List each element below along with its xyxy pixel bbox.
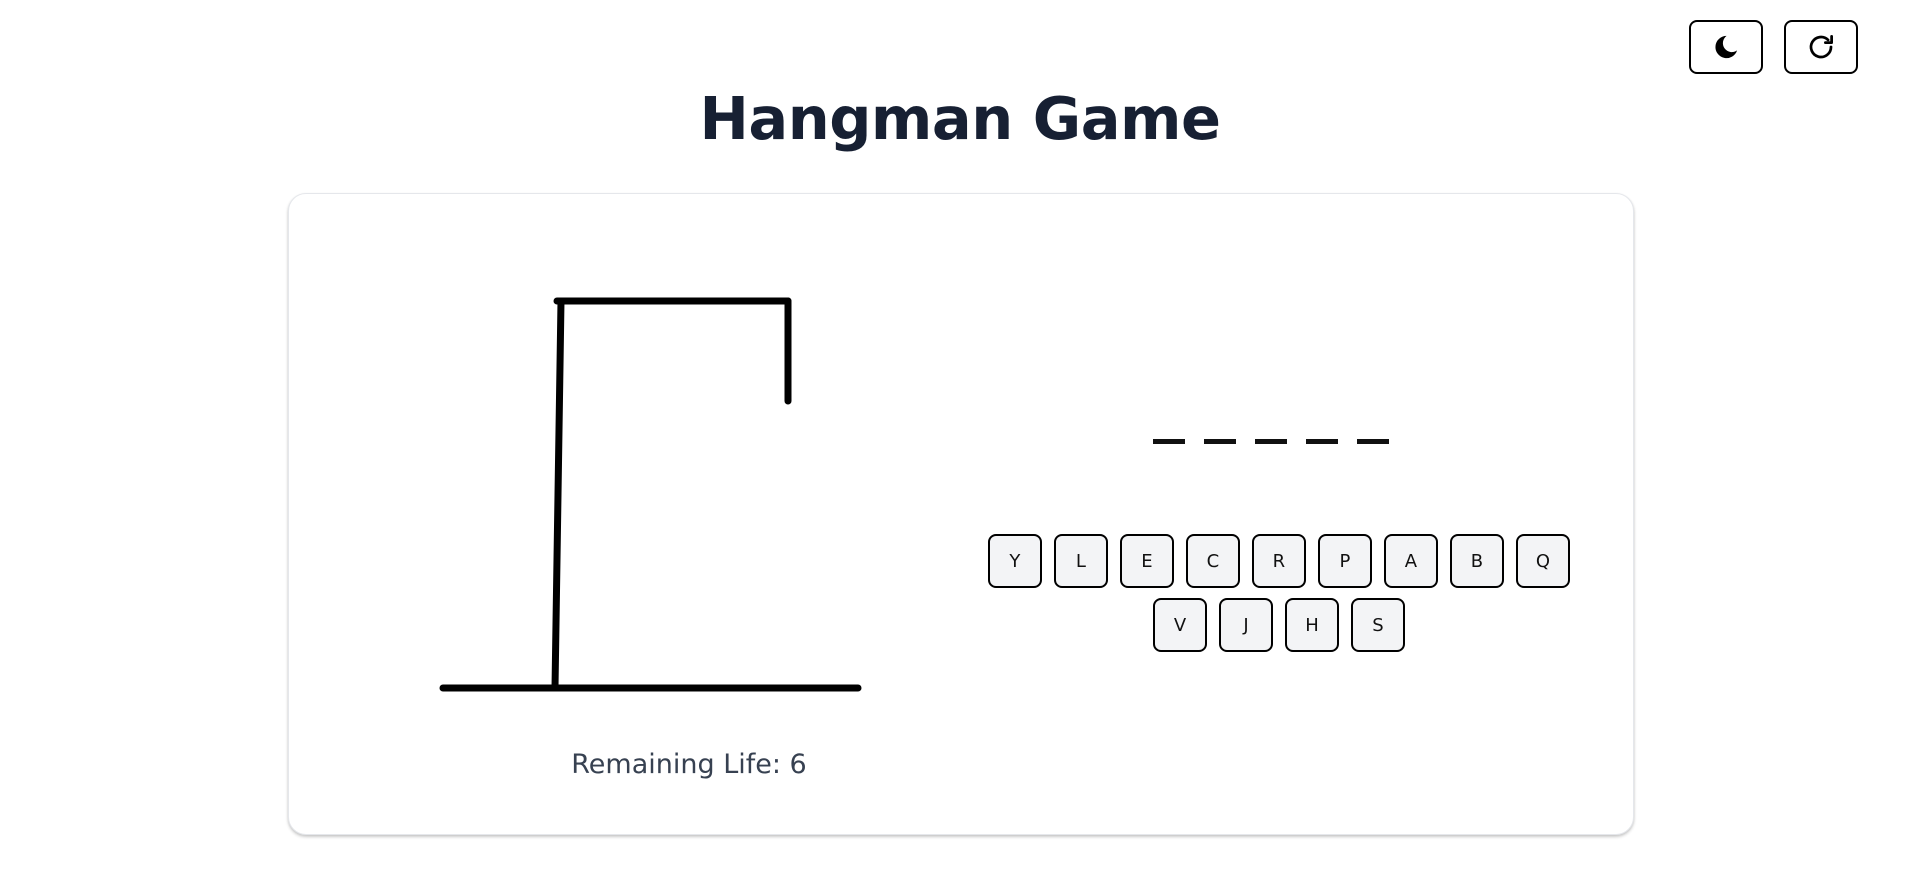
gallows-drawing [439,297,862,692]
letter-key-v[interactable]: V [1153,598,1207,652]
letter-key-s[interactable]: S [1351,598,1405,652]
letter-key-c[interactable]: C [1185,534,1240,588]
gallows-pole [551,297,565,692]
letter-key-l[interactable]: L [1053,534,1108,588]
moon-icon [1712,33,1740,61]
letter-slot [1204,439,1236,444]
letter-key-h[interactable]: H [1285,598,1339,652]
letter-key-e[interactable]: E [1119,534,1174,588]
restart-button[interactable] [1784,20,1858,74]
letter-slot [1357,439,1389,444]
letter-key-q[interactable]: Q [1515,534,1571,588]
letter-key-b[interactable]: B [1449,534,1504,588]
letter-key-y[interactable]: Y [987,534,1042,588]
refresh-icon [1806,32,1836,62]
letter-slot [1255,439,1287,444]
letter-key-p[interactable]: P [1317,534,1372,588]
letter-slot [1306,439,1338,444]
word-slots [1153,439,1389,444]
page-title: Hangman Game [699,84,1222,153]
letter-key-a[interactable]: A [1383,534,1438,588]
letter-key-r[interactable]: R [1251,534,1306,588]
remaining-life-label: Remaining Life: 6 [571,749,807,780]
top-controls [1689,20,1858,74]
theme-toggle-button[interactable] [1689,20,1763,74]
letter-slot [1153,439,1185,444]
letter-keyboard: YLECRPABQ VJHS [969,534,1589,652]
game-card: Remaining Life: 6 YLECRPABQ VJHS [288,193,1634,835]
letter-key-j[interactable]: J [1219,598,1273,652]
